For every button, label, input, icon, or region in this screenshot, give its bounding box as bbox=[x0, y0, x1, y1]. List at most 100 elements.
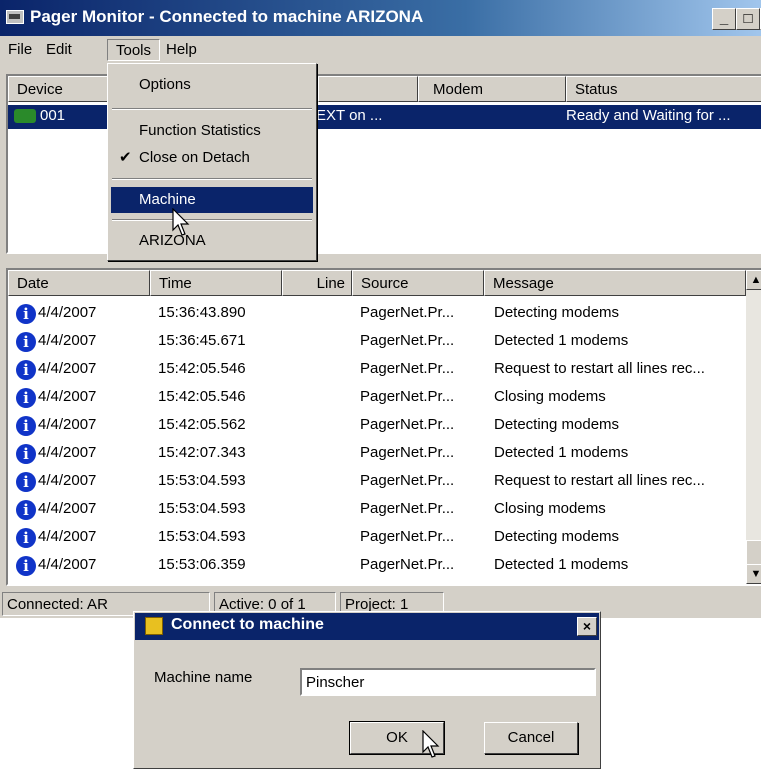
menu-item-function-statistics[interactable]: Function Statistics bbox=[111, 118, 313, 144]
log-source: PagerNet.Pr... bbox=[360, 332, 455, 349]
column-date[interactable]: Date bbox=[8, 270, 150, 296]
info-icon: i bbox=[16, 444, 36, 464]
column-source[interactable]: Source bbox=[352, 270, 484, 296]
log-source: PagerNet.Pr... bbox=[360, 416, 455, 433]
column-line[interactable]: Line bbox=[282, 270, 352, 296]
window-title: Pager Monitor - Connected to machine ARI… bbox=[30, 7, 424, 26]
menu-file[interactable]: File bbox=[0, 39, 40, 61]
log-message: Request to restart all lines rec... bbox=[494, 360, 705, 377]
log-message: Closing modems bbox=[494, 500, 606, 517]
log-time: 15:42:05.546 bbox=[158, 388, 246, 405]
log-row[interactable]: i 4/4/2007 15:53:04.593 PagerNet.Pr... Closi… bbox=[8, 496, 728, 523]
column-blank[interactable] bbox=[318, 76, 418, 102]
log-time: 15:36:43.890 bbox=[158, 304, 246, 321]
log-source: PagerNet.Pr... bbox=[360, 528, 455, 545]
info-icon: i bbox=[16, 332, 36, 352]
log-list[interactable]: Date Time Line Source Message i 4/4/2007 1… bbox=[6, 268, 761, 586]
menu-item-arizona[interactable]: ARIZONA bbox=[111, 228, 313, 254]
info-icon: i bbox=[16, 528, 36, 548]
log-time: 15:42:07.343 bbox=[158, 444, 246, 461]
log-date: 4/4/2007 bbox=[38, 304, 97, 321]
info-icon: i bbox=[16, 416, 36, 436]
scroll-up-icon[interactable]: ▲ bbox=[746, 270, 761, 290]
machine-name-input[interactable] bbox=[300, 668, 596, 696]
log-message: Detecting modems bbox=[494, 528, 620, 545]
column-status[interactable]: Status bbox=[566, 76, 761, 102]
info-icon: i bbox=[16, 500, 36, 520]
dialog-title-bar[interactable]: Connect to machine × bbox=[135, 613, 599, 640]
log-row[interactable]: i 4/4/2007 15:53:04.593 PagerNet.Pr... Detec… bbox=[8, 524, 728, 551]
log-source: PagerNet.Pr... bbox=[360, 500, 455, 517]
device-modem: EXT on ... bbox=[316, 107, 383, 124]
menu-item-options[interactable]: Options bbox=[111, 72, 313, 98]
menu-help[interactable]: Help bbox=[158, 39, 205, 61]
log-source: PagerNet.Pr... bbox=[360, 388, 455, 405]
maximize-button[interactable]: □ bbox=[736, 8, 760, 30]
cancel-button[interactable]: Cancel bbox=[484, 722, 578, 754]
minimize-button[interactable]: _ bbox=[712, 8, 736, 30]
log-date: 4/4/2007 bbox=[38, 500, 97, 517]
menu-bar: File Edit Tools Help bbox=[0, 36, 761, 64]
dialog-close-button[interactable]: × bbox=[577, 617, 597, 636]
log-row[interactable]: i 4/4/2007 15:36:45.671 PagerNet.Pr... Detec… bbox=[8, 328, 728, 355]
info-icon: i bbox=[16, 388, 36, 408]
phone-icon bbox=[14, 109, 36, 123]
title-bar[interactable]: Pager Monitor - Connected to machine ARI… bbox=[0, 0, 761, 36]
log-message: Request to restart all lines rec... bbox=[494, 472, 705, 489]
pager-app-icon[interactable] bbox=[6, 10, 24, 24]
log-message: Detecting modems bbox=[494, 416, 620, 433]
device-id: 001 bbox=[40, 107, 66, 124]
connect-dialog: Connect to machine × Machine name OK Can… bbox=[133, 611, 601, 769]
log-source: PagerNet.Pr... bbox=[360, 472, 455, 489]
log-time: 15:53:04.593 bbox=[158, 500, 246, 517]
column-message[interactable]: Message bbox=[484, 270, 746, 296]
menu-item-close-on-detach-label: Close on Detach bbox=[139, 149, 250, 166]
log-time: 15:42:05.562 bbox=[158, 416, 246, 433]
log-date: 4/4/2007 bbox=[38, 528, 97, 545]
menu-separator bbox=[112, 219, 312, 221]
log-date: 4/4/2007 bbox=[38, 556, 97, 573]
column-time[interactable]: Time bbox=[150, 270, 282, 296]
log-row[interactable]: i 4/4/2007 15:42:07.343 PagerNet.Pr... Detec… bbox=[8, 440, 728, 467]
menu-edit[interactable]: Edit bbox=[38, 39, 80, 61]
log-row[interactable]: i 4/4/2007 15:53:06.359 PagerNet.Pr... Detec… bbox=[8, 552, 728, 579]
log-message: Detected 1 modems bbox=[494, 332, 629, 349]
log-message: Detected 1 modems bbox=[494, 556, 629, 573]
mouse-cursor-icon bbox=[172, 208, 190, 236]
log-source: PagerNet.Pr... bbox=[360, 360, 455, 377]
scroll-down-icon[interactable]: ▼ bbox=[746, 564, 761, 584]
info-icon: i bbox=[16, 304, 36, 324]
log-message: Detecting modems bbox=[494, 304, 620, 321]
log-row[interactable]: i 4/4/2007 15:42:05.546 PagerNet.Pr... Closi… bbox=[8, 384, 728, 411]
checkmark-icon: ✔ bbox=[119, 149, 132, 166]
log-row[interactable]: i 4/4/2007 15:42:05.562 PagerNet.Pr... Detec… bbox=[8, 412, 728, 439]
menu-item-close-on-detach[interactable]: ✔ Close on Detach bbox=[111, 145, 313, 171]
log-date: 4/4/2007 bbox=[38, 332, 97, 349]
info-icon: i bbox=[16, 556, 36, 576]
log-message: Closing modems bbox=[494, 388, 606, 405]
menu-item-machine[interactable]: Machine bbox=[111, 187, 313, 213]
log-time: 15:42:05.546 bbox=[158, 360, 246, 377]
machine-name-label: Machine name bbox=[154, 669, 253, 686]
menu-separator bbox=[112, 108, 312, 110]
log-time: 15:36:45.671 bbox=[158, 332, 246, 349]
log-time: 15:53:04.593 bbox=[158, 472, 246, 489]
log-row[interactable]: i 4/4/2007 15:36:43.890 PagerNet.Pr... Detec… bbox=[8, 300, 728, 327]
log-time: 15:53:04.593 bbox=[158, 528, 246, 545]
log-scrollbar[interactable]: ▲ ▼ bbox=[746, 270, 761, 584]
plug-icon bbox=[145, 617, 163, 635]
log-time: 15:53:06.359 bbox=[158, 556, 246, 573]
log-source: PagerNet.Pr... bbox=[360, 444, 455, 461]
log-row[interactable]: i 4/4/2007 15:42:05.546 PagerNet.Pr... Reque… bbox=[8, 356, 728, 383]
menu-tools[interactable]: Tools bbox=[107, 39, 161, 61]
log-date: 4/4/2007 bbox=[38, 472, 97, 489]
menu-separator bbox=[112, 178, 312, 180]
log-date: 4/4/2007 bbox=[38, 444, 97, 461]
column-modem[interactable]: Modem bbox=[418, 76, 566, 102]
log-date: 4/4/2007 bbox=[38, 360, 97, 377]
log-message: Detected 1 modems bbox=[494, 444, 629, 461]
info-icon: i bbox=[16, 360, 36, 380]
log-source: PagerNet.Pr... bbox=[360, 556, 455, 573]
log-row[interactable]: i 4/4/2007 15:53:04.593 PagerNet.Pr... Reque… bbox=[8, 468, 728, 495]
dialog-title: Connect to machine bbox=[171, 616, 324, 633]
